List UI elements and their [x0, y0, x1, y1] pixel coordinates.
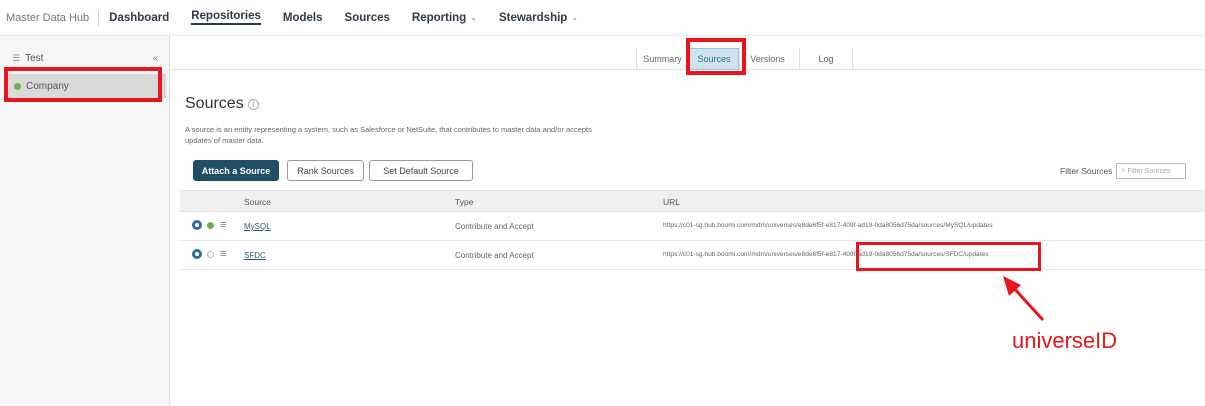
set-default-source-button[interactable]: Set Default Source: [369, 160, 473, 181]
column-header-type[interactable]: Type: [455, 197, 473, 207]
chevron-down-icon: ⌄: [571, 13, 579, 22]
page-title-text: Sources: [185, 95, 244, 112]
drag-handle-icon[interactable]: ≡: [220, 219, 226, 231]
source-type: Contribute and Accept: [455, 222, 534, 231]
gear-icon[interactable]: [192, 220, 202, 230]
table-row: ≡ MySQL Contribute and Accept https://c0…: [180, 212, 1205, 241]
annotation-label: universeID: [1012, 328, 1118, 353]
nav-stewardship[interactable]: Stewardship ⌄: [499, 12, 578, 24]
sidebar: ☰ Test « Company: [0, 36, 170, 406]
brand-name[interactable]: Master Data Hub: [6, 12, 89, 24]
filter-label: Filter Sources: [1060, 166, 1113, 176]
table-row: ≡ SFDC Contribute and Accept https://c01…: [180, 241, 1205, 270]
filter-input[interactable]: ⌕ Filter Sources: [1116, 163, 1187, 179]
tab-summary[interactable]: Summary: [636, 48, 688, 70]
status-active-icon: [207, 222, 214, 229]
nav-models[interactable]: Models: [283, 12, 323, 24]
info-icon[interactable]: i: [247, 98, 259, 110]
source-link[interactable]: SFDC: [244, 251, 266, 260]
tab-versions[interactable]: Versions: [739, 48, 795, 70]
source-link[interactable]: MySQL: [244, 222, 271, 231]
sidebar-item-test[interactable]: ☰ Test «: [4, 46, 166, 70]
tab-bar: Summary Sources Versions Log: [171, 42, 1205, 70]
column-header-source[interactable]: Source: [244, 197, 271, 207]
filter-placeholder: Filter Sources: [1127, 167, 1171, 175]
tab-sources[interactable]: Sources: [689, 48, 739, 70]
status-dot-icon: [14, 82, 21, 90]
sidebar-item-label: Company: [26, 80, 69, 92]
top-navigation: Master Data Hub Dashboard Repositories M…: [0, 0, 1205, 36]
filter-sources: Filter Sources ⌕ Filter Sources: [1060, 163, 1187, 179]
page-title: Sources i: [185, 95, 259, 113]
rank-sources-button[interactable]: Rank Sources: [287, 160, 364, 181]
source-url: https://c01-sg.hub.boomi.com/mdm/univers…: [663, 251, 989, 258]
column-header-url[interactable]: URL: [663, 197, 680, 207]
nav-repositories[interactable]: Repositories: [191, 10, 261, 25]
sidebar-item-company[interactable]: Company: [4, 74, 166, 98]
chevron-down-icon: ⌄: [470, 13, 477, 22]
nav-reporting-label: Reporting: [411, 11, 467, 24]
attach-source-button[interactable]: Attach a Source: [193, 160, 279, 181]
source-type: Contribute and Accept: [455, 251, 534, 260]
nav-sources[interactable]: Sources: [345, 12, 390, 24]
source-url: https://c01-sg.hub.boomi.com/mdm/univers…: [663, 222, 993, 229]
drag-handle-icon[interactable]: ≡: [220, 248, 226, 260]
nav-dashboard[interactable]: Dashboard: [109, 12, 169, 24]
brand-divider: [98, 9, 100, 26]
list-icon: ☰: [12, 52, 21, 63]
nav-stewardship-label: Stewardship: [498, 11, 568, 24]
page-description: A source is an entity representing a sys…: [185, 125, 592, 145]
sidebar-item-label: Test: [25, 52, 44, 64]
table-header: Source Type URL: [180, 190, 1205, 212]
gear-icon[interactable]: [192, 249, 202, 259]
status-inactive-icon: [207, 251, 214, 258]
collapse-icon[interactable]: «: [152, 53, 158, 64]
nav-reporting[interactable]: Reporting ⌄: [412, 12, 477, 24]
tab-log[interactable]: Log: [799, 48, 853, 70]
